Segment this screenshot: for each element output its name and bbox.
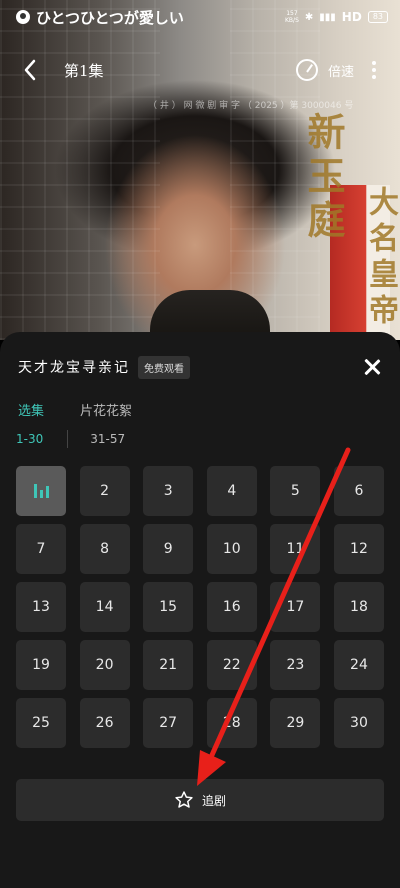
episode-cell[interactable]: 21 (143, 640, 194, 690)
drama-title: 天才龙宝寻亲记 (18, 360, 130, 376)
episode-cell[interactable]: 22 (206, 640, 257, 690)
tab-clips[interactable]: 片花花絮 (80, 400, 132, 419)
free-badge: 免费观看 (138, 355, 190, 379)
episode-cell[interactable]: 8 (79, 524, 130, 574)
episode-cell[interactable]: 24 (333, 640, 384, 690)
tab-episodes[interactable]: 选集 (18, 400, 44, 419)
episode-cell[interactable]: 4 (206, 466, 257, 516)
follow-label: 追剧 (201, 793, 226, 808)
range-1-30[interactable]: 1-30 (16, 432, 43, 446)
episode-sheet: 天才龙宝寻亲记 免费观看 选集 片花花絮 1-30 31-57 23456789… (0, 332, 400, 888)
episode-cell[interactable]: 3 (143, 466, 194, 516)
close-icon[interactable] (360, 355, 384, 379)
episode-cell-current[interactable] (16, 466, 66, 516)
poster-calligraphy-left: 新玉庭 (301, 112, 346, 244)
episode-cell[interactable]: 14 (79, 582, 130, 632)
speed-icon[interactable] (295, 59, 318, 81)
chevron-left-icon (24, 59, 36, 81)
speed-button[interactable]: 倍速 (328, 61, 354, 80)
player-top-bar: 第1集 倍速 (0, 50, 400, 90)
episode-cell[interactable]: 15 (143, 582, 194, 632)
now-playing-icon (33, 484, 49, 498)
episode-cell[interactable]: 5 (270, 466, 321, 516)
episode-cell[interactable]: 12 (333, 524, 384, 574)
episode-cell[interactable]: 6 (333, 466, 384, 516)
range-selector: 1-30 31-57 (16, 430, 125, 448)
battery-icon: 83 (367, 11, 388, 23)
episode-cell[interactable]: 13 (16, 582, 66, 632)
episode-cell[interactable]: 7 (16, 524, 66, 574)
episode-cell[interactable]: 18 (333, 582, 384, 632)
episode-cell[interactable]: 19 (16, 640, 66, 690)
notification-text: ひとつひとつが愛しい (36, 8, 184, 27)
episode-title: 第1集 (64, 61, 104, 80)
app-icon (16, 10, 30, 24)
episode-cell[interactable]: 20 (79, 640, 130, 690)
sheet-header: 天才龙宝寻亲记 免费观看 (18, 352, 384, 382)
episode-cell[interactable]: 28 (206, 698, 257, 748)
bluetooth-icon: ✱ (304, 11, 314, 23)
episode-cell[interactable]: 11 (270, 524, 321, 574)
more-icon[interactable] (364, 61, 384, 79)
net-speed: 157 KB/S (285, 10, 299, 24)
episode-cell[interactable]: 2 (79, 466, 130, 516)
sheet-tabs: 选集 片花花絮 (18, 400, 132, 419)
episode-cell[interactable]: 10 (206, 524, 257, 574)
episode-cell[interactable]: 16 (206, 582, 257, 632)
episode-cell[interactable]: 9 (143, 524, 194, 574)
episode-cell[interactable]: 27 (143, 698, 194, 748)
star-icon (175, 791, 193, 808)
episode-cell[interactable]: 30 (333, 698, 384, 748)
range-divider (67, 430, 69, 448)
range-31-57[interactable]: 31-57 (90, 432, 125, 446)
episode-cell[interactable]: 25 (16, 698, 66, 748)
episode-grid: 2 3 4 5 6 7 8 9 10 11 12 13 14 15 16 17 18 19 20 21 22 23 24 25… (16, 466, 384, 748)
network-label: HD (341, 10, 362, 24)
follow-button[interactable]: 追剧 (16, 779, 384, 821)
episode-cell[interactable]: 23 (270, 640, 321, 690)
episode-cell[interactable]: 17 (270, 582, 321, 632)
episode-cell[interactable]: 26 (79, 698, 130, 748)
back-button[interactable] (16, 56, 44, 84)
episode-cell[interactable]: 29 (270, 698, 321, 748)
status-bar: ひとつひとつが愛しい 157 KB/S ✱ ▮▮▮ HD 83 (0, 0, 400, 34)
video-player[interactable]: 新玉庭 大名皇帝 ひとつひとつが愛しい 157 KB/S ✱ ▮▮▮ HD 83 … (0, 0, 400, 340)
signal-icon: ▮▮▮ (319, 11, 336, 23)
license-text: （ 井 ） 网 微 剧 审 字 （ 2025 ）第 3000046 号 (148, 101, 354, 111)
poster-calligraphy-right: 大名皇帝 (363, 186, 398, 330)
